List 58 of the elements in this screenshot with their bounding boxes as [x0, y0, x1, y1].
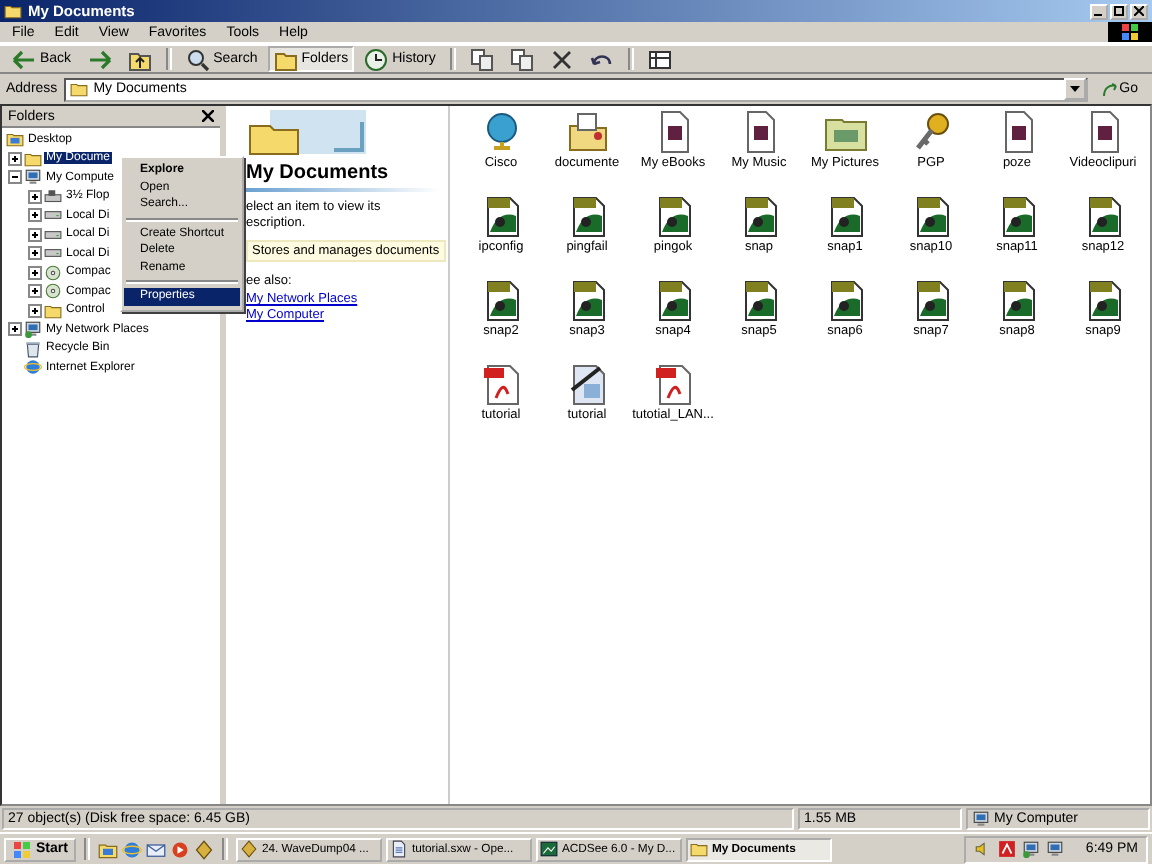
lightning-icon	[239, 840, 258, 858]
desktop-icon[interactable]	[97, 839, 118, 859]
drive-icon	[44, 244, 62, 263]
folder-icon	[4, 2, 22, 20]
expand-icon[interactable]	[28, 246, 42, 261]
folders-icon	[273, 47, 298, 71]
folder-icon	[24, 149, 42, 168]
folder-title: My Documents	[246, 162, 389, 184]
close-icon	[1134, 6, 1144, 16]
document-icon	[389, 840, 408, 858]
desktop-icon	[6, 130, 24, 149]
expand-icon[interactable]	[28, 208, 42, 223]
dropdown-icon[interactable]	[1063, 78, 1086, 100]
ie-icon	[24, 358, 42, 377]
lightning-icon[interactable]	[193, 839, 214, 859]
folder-icon	[69, 80, 88, 98]
maximize-button[interactable]	[1110, 3, 1128, 19]
collapse-icon[interactable]	[8, 170, 22, 185]
expand-icon[interactable]	[28, 189, 42, 204]
history-icon	[364, 47, 389, 71]
floppy-drive-icon	[44, 187, 62, 206]
minimize-button[interactable]	[1090, 3, 1108, 19]
expand-icon[interactable]	[28, 265, 42, 280]
windows-logo-icon	[1108, 22, 1152, 42]
close-button[interactable]	[202, 110, 214, 122]
ie-icon[interactable]	[121, 839, 142, 859]
computer-icon	[972, 810, 990, 828]
expand-icon[interactable]	[28, 284, 42, 299]
mail-icon[interactable]	[145, 839, 166, 859]
drive-icon	[44, 206, 62, 225]
delete-icon	[549, 47, 574, 71]
recycle-bin-icon	[24, 339, 42, 358]
media-icon[interactable]	[169, 839, 190, 859]
maximize-icon	[1114, 6, 1124, 16]
network-icon	[24, 320, 42, 339]
close-icon	[202, 110, 214, 122]
up-folder-icon	[127, 47, 152, 71]
folder-icon	[689, 840, 708, 858]
forward-arrow-icon	[87, 47, 112, 71]
search-icon	[185, 47, 210, 71]
expand-icon[interactable]	[8, 151, 22, 166]
document-icon	[565, 362, 609, 406]
shared-folder-icon	[565, 110, 609, 154]
expand-icon[interactable]	[8, 322, 22, 337]
folder-icon	[44, 301, 62, 320]
back-arrow-icon	[12, 47, 36, 71]
pdf-file-icon	[479, 362, 523, 406]
expand-icon[interactable]	[28, 303, 42, 318]
computer-icon[interactable]	[1045, 840, 1064, 858]
drive-icon	[44, 225, 62, 244]
acrobat-icon[interactable]	[997, 840, 1016, 858]
windows-logo-icon	[12, 841, 32, 857]
expand-icon[interactable]	[28, 227, 42, 242]
network-icon[interactable]	[1021, 840, 1040, 858]
computer-icon	[24, 168, 42, 187]
pdf-file-icon	[651, 362, 695, 406]
go-arrow-icon	[1101, 81, 1118, 97]
image-viewer-icon	[539, 840, 558, 858]
